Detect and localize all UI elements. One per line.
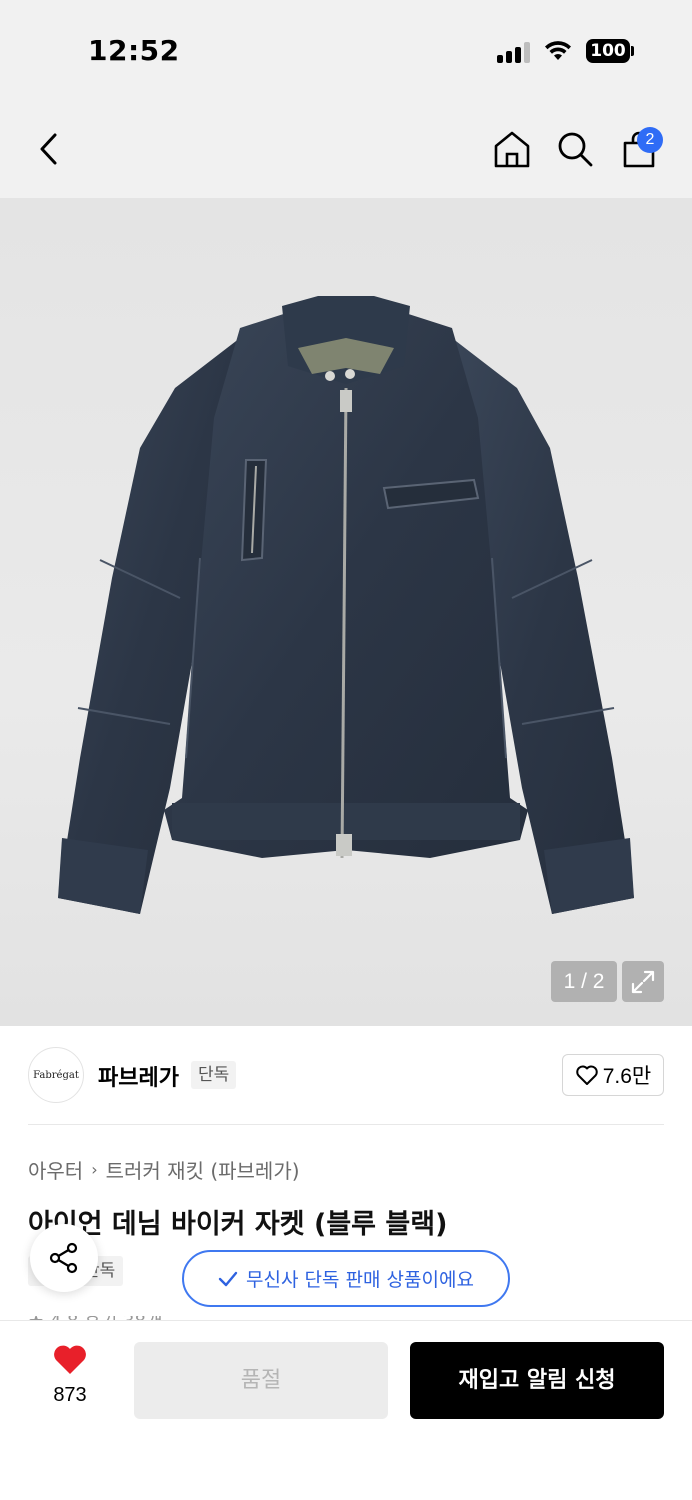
breadcrumb-subcategory[interactable]: 트러커 재킷 (파브레가) xyxy=(106,1155,300,1184)
home-icon xyxy=(494,131,530,168)
battery-indicator: 100 xyxy=(586,39,630,63)
share-button[interactable] xyxy=(30,1224,98,1292)
wishlist-count: 873 xyxy=(53,1384,87,1406)
image-page-counter: 1 / 2 xyxy=(551,961,617,1002)
exclusive-sale-toast: 무신사 단독 판매 상품이에요 xyxy=(182,1250,510,1307)
search-button[interactable] xyxy=(552,126,598,172)
product-title: 아이언 데님 바이커 자켓 (블루 블랙) xyxy=(28,1209,448,1240)
status-time: 12:52 xyxy=(88,34,180,67)
top-nav xyxy=(0,100,692,198)
brand-name[interactable]: 파브레가 xyxy=(98,1060,179,1092)
brand-like-button[interactable]: 7.6만 xyxy=(562,1054,664,1096)
divider xyxy=(28,1124,664,1125)
breadcrumb: 아우터 › 트러커 재킷 (파브레가) xyxy=(28,1155,300,1184)
denim-jacket-image xyxy=(58,296,634,914)
heart-filled-icon xyxy=(54,1345,86,1374)
expand-image-button[interactable] xyxy=(622,961,664,1002)
search-icon xyxy=(558,132,593,167)
back-button[interactable] xyxy=(26,126,72,172)
home-button[interactable] xyxy=(489,126,535,172)
share-icon xyxy=(49,1242,78,1274)
chevron-right-icon: › xyxy=(91,1160,98,1179)
check-icon xyxy=(218,1271,238,1286)
brand-like-count: 7.6만 xyxy=(602,1065,652,1088)
exclusive-tag: 단독 xyxy=(191,1061,237,1089)
battery-tip xyxy=(631,46,634,56)
status-bar: 12:52 100 xyxy=(0,0,692,100)
soldout-button: 품절 xyxy=(134,1342,388,1419)
cellular-signal-icon xyxy=(497,41,533,63)
product-image[interactable] xyxy=(0,198,692,1026)
wishlist-button[interactable]: 873 xyxy=(34,1344,106,1418)
brand-logo[interactable]: Fabrégat xyxy=(28,1047,84,1103)
heart-outline-icon xyxy=(575,1065,598,1085)
cart-count-badge: 2 xyxy=(637,127,663,153)
breadcrumb-category[interactable]: 아우터 xyxy=(28,1155,83,1184)
toast-text: 무신사 단독 판매 상품이에요 xyxy=(246,1269,474,1291)
wifi-icon xyxy=(545,41,571,60)
brand-logo-text: Fabrégat xyxy=(33,1069,79,1081)
restock-alert-button[interactable]: 재입고 알림 신청 xyxy=(410,1342,664,1419)
expand-icon xyxy=(631,970,655,993)
chevron-left-icon xyxy=(40,133,57,165)
